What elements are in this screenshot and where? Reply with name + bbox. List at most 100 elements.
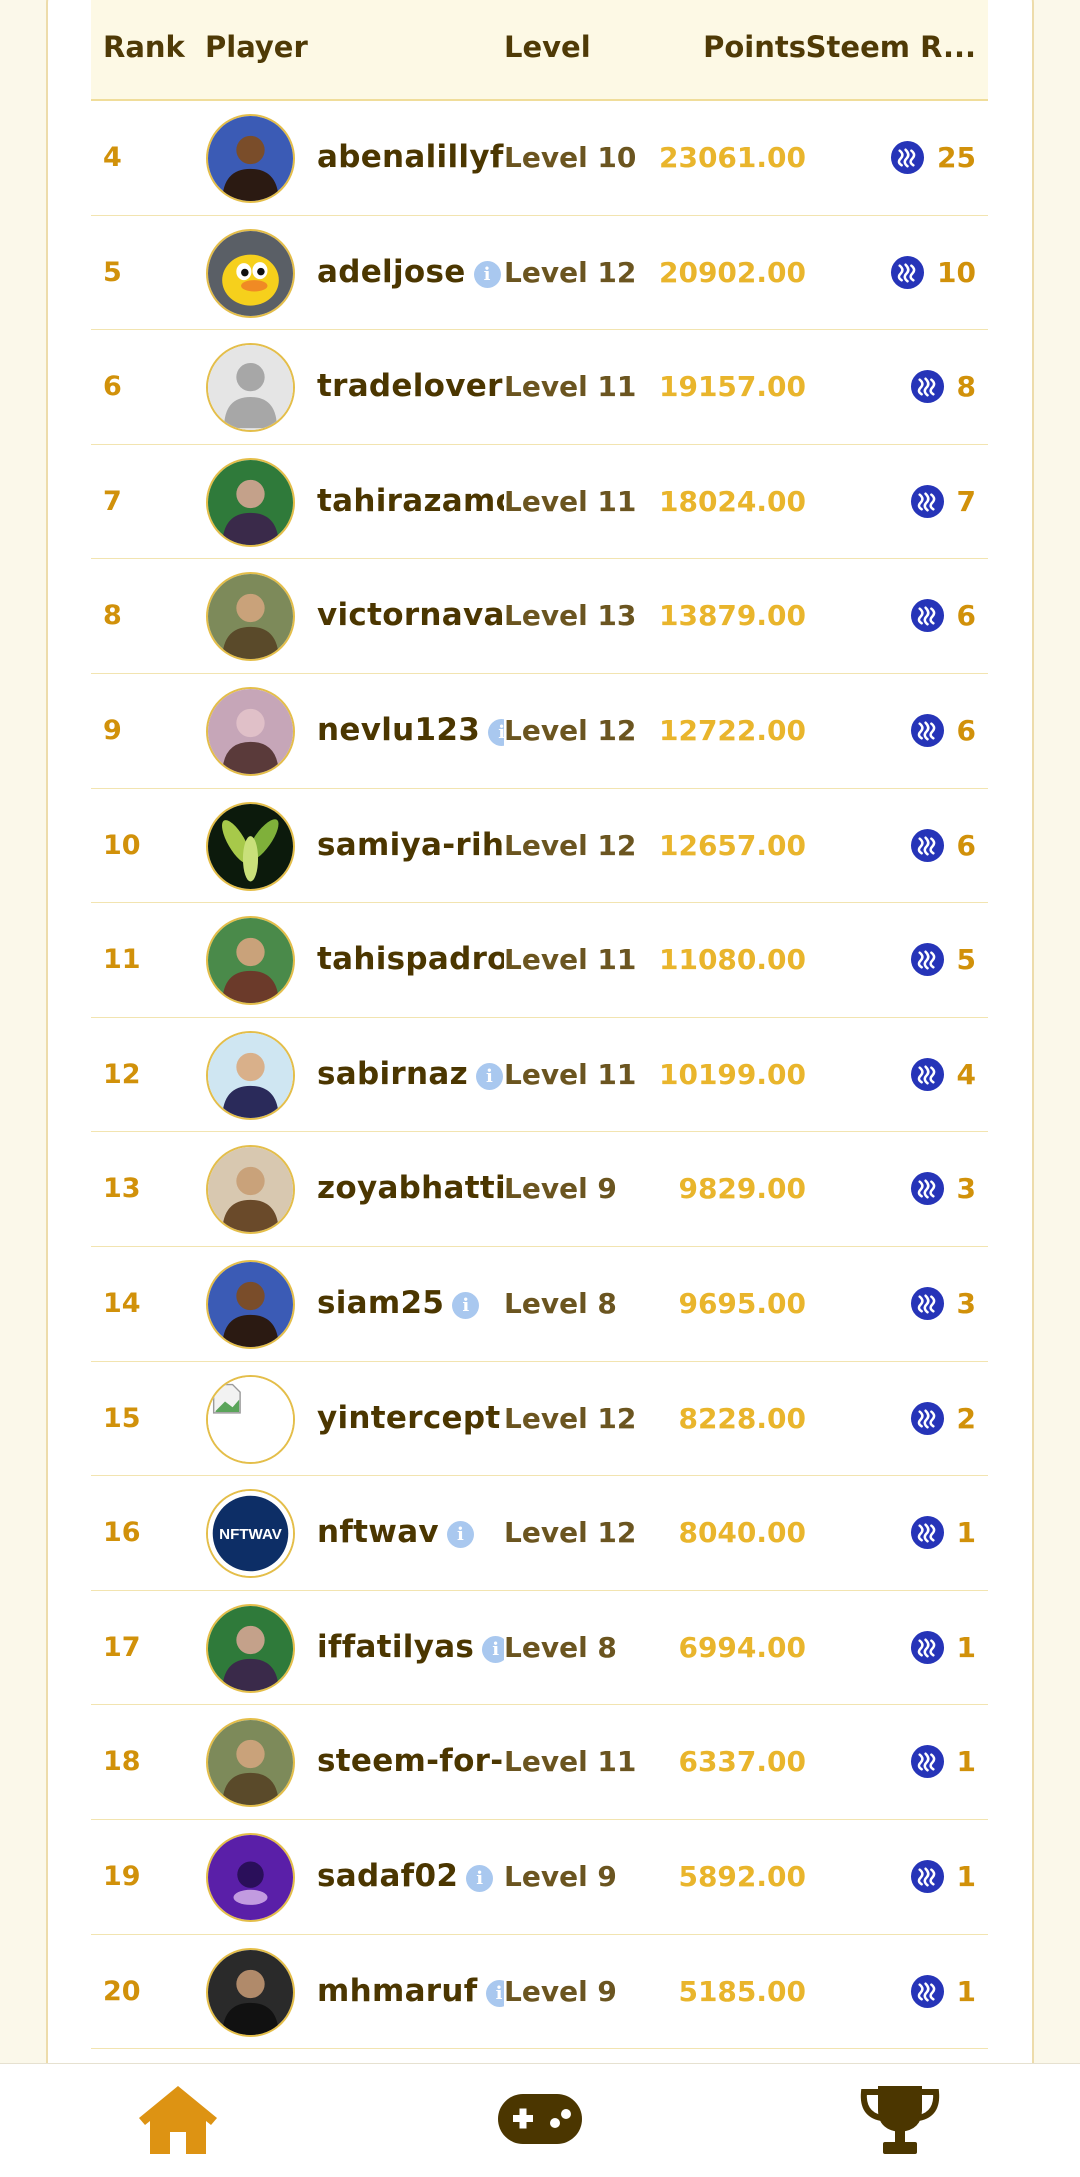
player-cell: steem-for- xyxy=(317,1705,504,1818)
points-cell: 23061.00 xyxy=(658,141,806,174)
steem-reward-value: 2 xyxy=(956,1401,976,1435)
gamepad-icon xyxy=(498,2094,582,2144)
info-icon[interactable]: i xyxy=(475,1062,503,1090)
nav-games-button[interactable] xyxy=(495,2080,585,2160)
table-row[interactable]: 18 steem-for- Level 11 6337.00 1 xyxy=(91,1705,988,1820)
avatar[interactable] xyxy=(206,1947,295,2037)
nav-home-button[interactable] xyxy=(133,2080,223,2160)
player-name[interactable]: siam25 xyxy=(317,1285,444,1321)
level-cell: Level 11 xyxy=(504,943,637,977)
player-name[interactable]: zoyabhatti xyxy=(317,1170,504,1206)
rank-cell: 10 xyxy=(103,829,141,861)
player-name[interactable]: nftwav xyxy=(317,1514,439,1550)
level-cell: Level 13 xyxy=(504,599,637,633)
info-icon[interactable]: i xyxy=(482,1635,504,1663)
avatar[interactable] xyxy=(206,1374,295,1464)
avatar[interactable] xyxy=(206,572,295,662)
steem-coin-icon xyxy=(910,1974,944,2008)
player-name[interactable]: sabirnaz xyxy=(317,1056,468,1092)
player-name[interactable]: mhmaruf xyxy=(317,1973,478,2009)
table-row[interactable]: 10 samiya-rih Level 12 12657.00 6 xyxy=(91,789,988,904)
info-icon[interactable]: i xyxy=(488,718,504,746)
header-level[interactable]: Level xyxy=(504,30,591,64)
player-cell: mhmaruf i xyxy=(317,1935,504,2048)
avatar[interactable] xyxy=(206,916,295,1006)
player-name[interactable]: tahirazamc xyxy=(317,483,504,519)
player-name[interactable]: sadaf02 xyxy=(317,1858,458,1894)
steem-coin-icon xyxy=(891,255,925,289)
steem-reward-value: 7 xyxy=(956,484,976,518)
avatar[interactable] xyxy=(206,801,295,891)
player-name[interactable]: abenalillyf xyxy=(317,139,504,175)
avatar[interactable] xyxy=(206,457,295,547)
avatar[interactable] xyxy=(206,1145,295,1235)
table-row[interactable]: 6 tradelover Level 11 19157.00 8 xyxy=(91,330,988,445)
player-name[interactable]: iffatilyas xyxy=(317,1629,474,1665)
info-icon[interactable]: i xyxy=(466,1864,494,1892)
info-icon[interactable]: i xyxy=(485,1979,504,2007)
table-row[interactable]: 4 abenalillyf Level 10 23061.00 25 xyxy=(91,101,988,216)
steem-reward-value: 25 xyxy=(937,141,976,174)
table-row[interactable]: 17 iffatilyas i Level 8 6994.00 1 xyxy=(91,1591,988,1706)
steem-coin-icon xyxy=(910,1286,944,1320)
rank-cell: 17 xyxy=(103,1631,141,1663)
player-name[interactable]: tradelover xyxy=(317,368,503,404)
avatar[interactable] xyxy=(206,1718,295,1808)
info-icon[interactable]: i xyxy=(452,1291,480,1319)
steem-reward-value: 1 xyxy=(956,1859,976,1893)
player-cell: tradelover xyxy=(317,330,504,443)
player-name[interactable]: steem-for- xyxy=(317,1743,503,1779)
table-row[interactable]: 14 siam25 i Level 8 9695.00 3 xyxy=(91,1247,988,1362)
table-row[interactable]: 19 sadaf02 i Level 9 5892.00 1 xyxy=(91,1820,988,1935)
avatar[interactable] xyxy=(206,1603,295,1693)
table-row[interactable]: 7 tahirazamc Level 11 18024.00 7 xyxy=(91,445,988,560)
header-player[interactable]: Player xyxy=(205,30,308,64)
player-name[interactable]: tahispadro xyxy=(317,941,504,977)
player-name[interactable]: adeljose xyxy=(317,254,466,290)
nav-leaderboard-button[interactable] xyxy=(855,2080,945,2160)
steem-coin-icon xyxy=(910,1745,944,1779)
avatar[interactable] xyxy=(206,228,295,318)
points-cell: 9829.00 xyxy=(678,1172,806,1206)
avatar[interactable] xyxy=(206,343,295,433)
table-row[interactable]: 20 mhmaruf i Level 9 5185.00 1 xyxy=(91,1935,988,2050)
level-cell: Level 12 xyxy=(504,713,637,747)
steem-coin-icon xyxy=(910,1859,944,1893)
steem-coin-icon xyxy=(910,943,944,977)
table-row[interactable]: 9 nevlu123 i Level 12 12722.00 6 xyxy=(91,674,988,789)
table-row[interactable]: 5 adeljose i Level 12 20902.00 10 xyxy=(91,216,988,331)
table-row[interactable]: 8 victornava Level 13 13879.00 6 xyxy=(91,559,988,674)
player-name[interactable]: samiya-rih xyxy=(317,827,504,863)
steem-coin-icon xyxy=(910,370,944,404)
avatar[interactable] xyxy=(206,1259,295,1349)
rank-cell: 11 xyxy=(103,944,141,976)
table-row[interactable]: 15 yintercept Level 12 8228.00 2 xyxy=(91,1362,988,1477)
table-row[interactable]: 13 zoyabhatti Level 9 9829.00 3 xyxy=(91,1132,988,1247)
avatar[interactable] xyxy=(206,686,295,776)
points-cell: 12657.00 xyxy=(658,828,806,862)
header-steem-reward[interactable]: Steem R... xyxy=(806,30,976,64)
player-cell: siam25 i xyxy=(317,1247,504,1360)
table-row[interactable]: 11 tahispadro Level 11 11080.00 5 xyxy=(91,903,988,1018)
player-name[interactable]: victornava xyxy=(317,597,504,633)
avatar[interactable] xyxy=(206,114,295,203)
info-icon[interactable]: i xyxy=(473,260,501,288)
table-row[interactable]: 12 sabirnaz i Level 11 10199.00 4 xyxy=(91,1018,988,1133)
points-cell: 10199.00 xyxy=(658,1057,806,1091)
player-name[interactable]: yintercept xyxy=(317,1400,500,1436)
table-row[interactable]: 16 NFTWAV nftwav i Level 12 8040.00 1 xyxy=(91,1476,988,1591)
rank-cell: 14 xyxy=(103,1287,141,1319)
home-icon xyxy=(139,2086,217,2154)
steem-coin-icon xyxy=(910,484,944,518)
avatar[interactable] xyxy=(206,1030,295,1120)
rank-cell: 16 xyxy=(103,1517,141,1549)
player-name[interactable]: nevlu123 xyxy=(317,712,480,748)
avatar[interactable] xyxy=(206,1832,295,1922)
avatar[interactable]: NFTWAV xyxy=(206,1489,295,1579)
header-points[interactable]: Points xyxy=(703,30,806,64)
table-header: Rank Player Level Points Steem R... xyxy=(91,0,988,101)
header-rank[interactable]: Rank xyxy=(103,30,185,64)
player-cell: adeljose i xyxy=(317,216,504,329)
info-icon[interactable]: i xyxy=(446,1521,474,1549)
steem-reward-cell: 1 xyxy=(910,1476,976,1589)
